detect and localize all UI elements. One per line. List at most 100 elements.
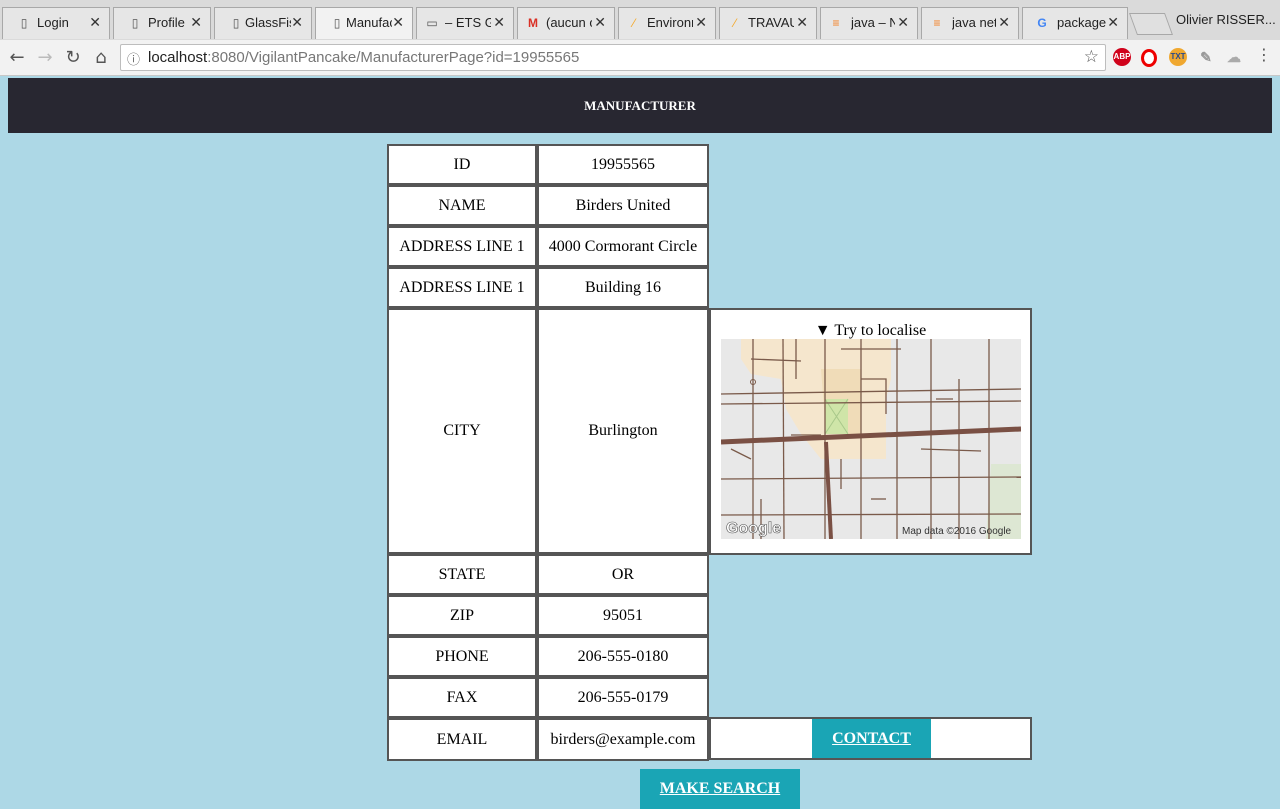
tab-travaux[interactable]: ⁄ TRAVAUX ✕ bbox=[719, 7, 817, 39]
tab-title: java neth bbox=[952, 16, 996, 30]
localise-toggle[interactable]: ▼ Try to localise bbox=[711, 322, 1030, 340]
opera-icon[interactable] bbox=[1141, 49, 1157, 67]
tab-manufacturer[interactable]: ▯ Manufac ✕ bbox=[315, 7, 413, 39]
close-icon[interactable]: ✕ bbox=[89, 15, 101, 29]
tab-environnement[interactable]: ⁄ Environn ✕ bbox=[618, 7, 716, 39]
pencil-icon: ⁄ bbox=[733, 16, 736, 30]
manufacturer-table: ID 19955565 NAME Birders United ADDRESS … bbox=[387, 144, 709, 761]
tab-title: Login bbox=[37, 16, 69, 30]
new-tab-button[interactable] bbox=[1128, 13, 1174, 35]
edit-extension-icon[interactable]: ✎ bbox=[1197, 48, 1215, 66]
back-icon[interactable]: ← bbox=[5, 46, 29, 70]
row-value: Building 16 bbox=[537, 267, 709, 308]
tab-gmail[interactable]: M (aucun o ✕ bbox=[517, 7, 615, 39]
row-label: PHONE bbox=[387, 636, 537, 677]
tab-package[interactable]: G package ✕ bbox=[1022, 7, 1128, 39]
home-icon[interactable]: ⌂ bbox=[89, 46, 113, 70]
row-value: birders@example.com bbox=[537, 718, 709, 761]
table-row: CITY Burlington bbox=[387, 308, 709, 554]
page-title: MANUFACTURER bbox=[584, 98, 696, 113]
row-value: 4000 Cormorant Circle bbox=[537, 226, 709, 267]
forward-icon[interactable]: → bbox=[33, 46, 57, 70]
table-row: FAX 206-555-0179 bbox=[387, 677, 709, 718]
map-image[interactable]: Google Map data ©2016 Google bbox=[721, 339, 1021, 539]
page-icon: ▯ bbox=[131, 16, 139, 30]
close-icon[interactable]: ✕ bbox=[796, 15, 808, 29]
row-label: STATE bbox=[387, 554, 537, 595]
page-icon: ▯ bbox=[20, 16, 28, 30]
close-icon[interactable]: ✕ bbox=[190, 15, 202, 29]
google-icon: G bbox=[1037, 16, 1047, 30]
row-label: CITY bbox=[387, 308, 537, 554]
address-bar[interactable]: ⓘ localhost:8080/VigilantPancake/Manufac… bbox=[120, 44, 1106, 71]
row-label: ZIP bbox=[387, 595, 537, 636]
bookmark-star-icon[interactable]: ☆ bbox=[1084, 47, 1099, 67]
close-icon[interactable]: ✕ bbox=[998, 15, 1010, 29]
close-icon[interactable]: ✕ bbox=[594, 15, 606, 29]
close-icon[interactable]: ✕ bbox=[291, 15, 303, 29]
gmail-icon: M bbox=[528, 16, 538, 30]
row-label: ADDRESS LINE 1 bbox=[387, 226, 537, 267]
tab-profile[interactable]: ▯ Profile ✕ bbox=[113, 7, 211, 39]
close-icon[interactable]: ✕ bbox=[897, 15, 909, 29]
browser-toolbar: ← → ↻ ⌂ ⓘ localhost:8080/VigilantPancake… bbox=[0, 40, 1280, 76]
tab-title: (aucun o bbox=[546, 16, 592, 30]
pencil-icon: ⁄ bbox=[632, 16, 635, 30]
close-icon[interactable]: ✕ bbox=[392, 15, 404, 29]
stackoverflow-icon: ≡ bbox=[933, 16, 941, 30]
make-search-button[interactable]: MAKE SEARCH bbox=[640, 769, 800, 809]
close-icon[interactable]: ✕ bbox=[493, 15, 505, 29]
row-value: Birders United bbox=[537, 185, 709, 226]
row-value: OR bbox=[537, 554, 709, 595]
row-label: FAX bbox=[387, 677, 537, 718]
row-label: ADDRESS LINE 1 bbox=[387, 267, 537, 308]
map-panel: ▼ Try to localise Google Map data ©2016 … bbox=[709, 308, 1032, 555]
table-row: STATE OR bbox=[387, 554, 709, 595]
tab-title: Environn bbox=[647, 16, 693, 30]
svg-text:Map data ©2016 Google: Map data ©2016 Google bbox=[902, 526, 1012, 537]
page-icon: ▯ bbox=[232, 16, 240, 30]
stackoverflow-icon: ≡ bbox=[832, 16, 840, 30]
adblock-icon[interactable]: ABP bbox=[1113, 48, 1131, 66]
row-label: EMAIL bbox=[387, 718, 537, 761]
contact-button[interactable]: CONTACT bbox=[812, 719, 931, 758]
info-icon[interactable]: ⓘ bbox=[127, 49, 143, 68]
map-attribution: Map data ©2016 Google bbox=[902, 526, 1012, 537]
table-row: PHONE 206-555-0180 bbox=[387, 636, 709, 677]
page-icon: ▯ bbox=[333, 16, 341, 30]
table-row: ADDRESS LINE 1 Building 16 bbox=[387, 267, 709, 308]
close-icon[interactable]: ✕ bbox=[1107, 15, 1119, 29]
tab-strip: ▯ Login ✕ ▯ Profile ✕ ▯ GlassFish ✕ ▯ Ma… bbox=[0, 0, 1280, 40]
svg-text:Google: Google bbox=[726, 520, 781, 537]
tab-title: GlassFish bbox=[245, 16, 291, 30]
tab-title: Manufac bbox=[346, 16, 392, 30]
close-icon[interactable]: ✕ bbox=[695, 15, 707, 29]
tab-glassfish[interactable]: ▯ GlassFish ✕ bbox=[214, 7, 312, 39]
tab-title: TRAVAUX bbox=[748, 16, 794, 30]
table-row: ZIP 95051 bbox=[387, 595, 709, 636]
chrome-menu-icon[interactable]: ⋮ bbox=[1256, 45, 1272, 64]
url-text[interactable]: localhost:8080/VigilantPancake/Manufactu… bbox=[148, 49, 579, 67]
tab-title: package bbox=[1057, 16, 1107, 30]
text-extension-icon[interactable]: TXT bbox=[1169, 48, 1187, 66]
tab-login[interactable]: ▯ Login ✕ bbox=[2, 7, 110, 39]
row-value: Burlington bbox=[537, 308, 709, 554]
google-logo: Google bbox=[726, 520, 782, 538]
cloud-extension-icon[interactable]: ☁ bbox=[1225, 48, 1243, 66]
tab-title: java – N bbox=[851, 16, 895, 30]
profile-name[interactable]: Olivier RISSER... bbox=[1176, 12, 1276, 27]
page-header: MANUFACTURER bbox=[8, 78, 1272, 133]
table-row: EMAIL birders@example.com bbox=[387, 718, 709, 761]
row-value: 206-555-0179 bbox=[537, 677, 709, 718]
row-value: 19955565 bbox=[537, 144, 709, 185]
url-host: localhost bbox=[148, 49, 208, 66]
tab-java-n[interactable]: ≡ java – N ✕ bbox=[820, 7, 918, 39]
row-label: NAME bbox=[387, 185, 537, 226]
url-path: :8080/VigilantPancake/ManufacturerPage?i… bbox=[207, 49, 580, 66]
reload-icon[interactable]: ↻ bbox=[61, 46, 85, 70]
tab-title: – ETS GL bbox=[445, 16, 491, 30]
tab-ets[interactable]: ▭ – ETS GL ✕ bbox=[416, 7, 514, 39]
table-row: NAME Birders United bbox=[387, 185, 709, 226]
row-label: ID bbox=[387, 144, 537, 185]
tab-java-neth[interactable]: ≡ java neth ✕ bbox=[921, 7, 1019, 39]
